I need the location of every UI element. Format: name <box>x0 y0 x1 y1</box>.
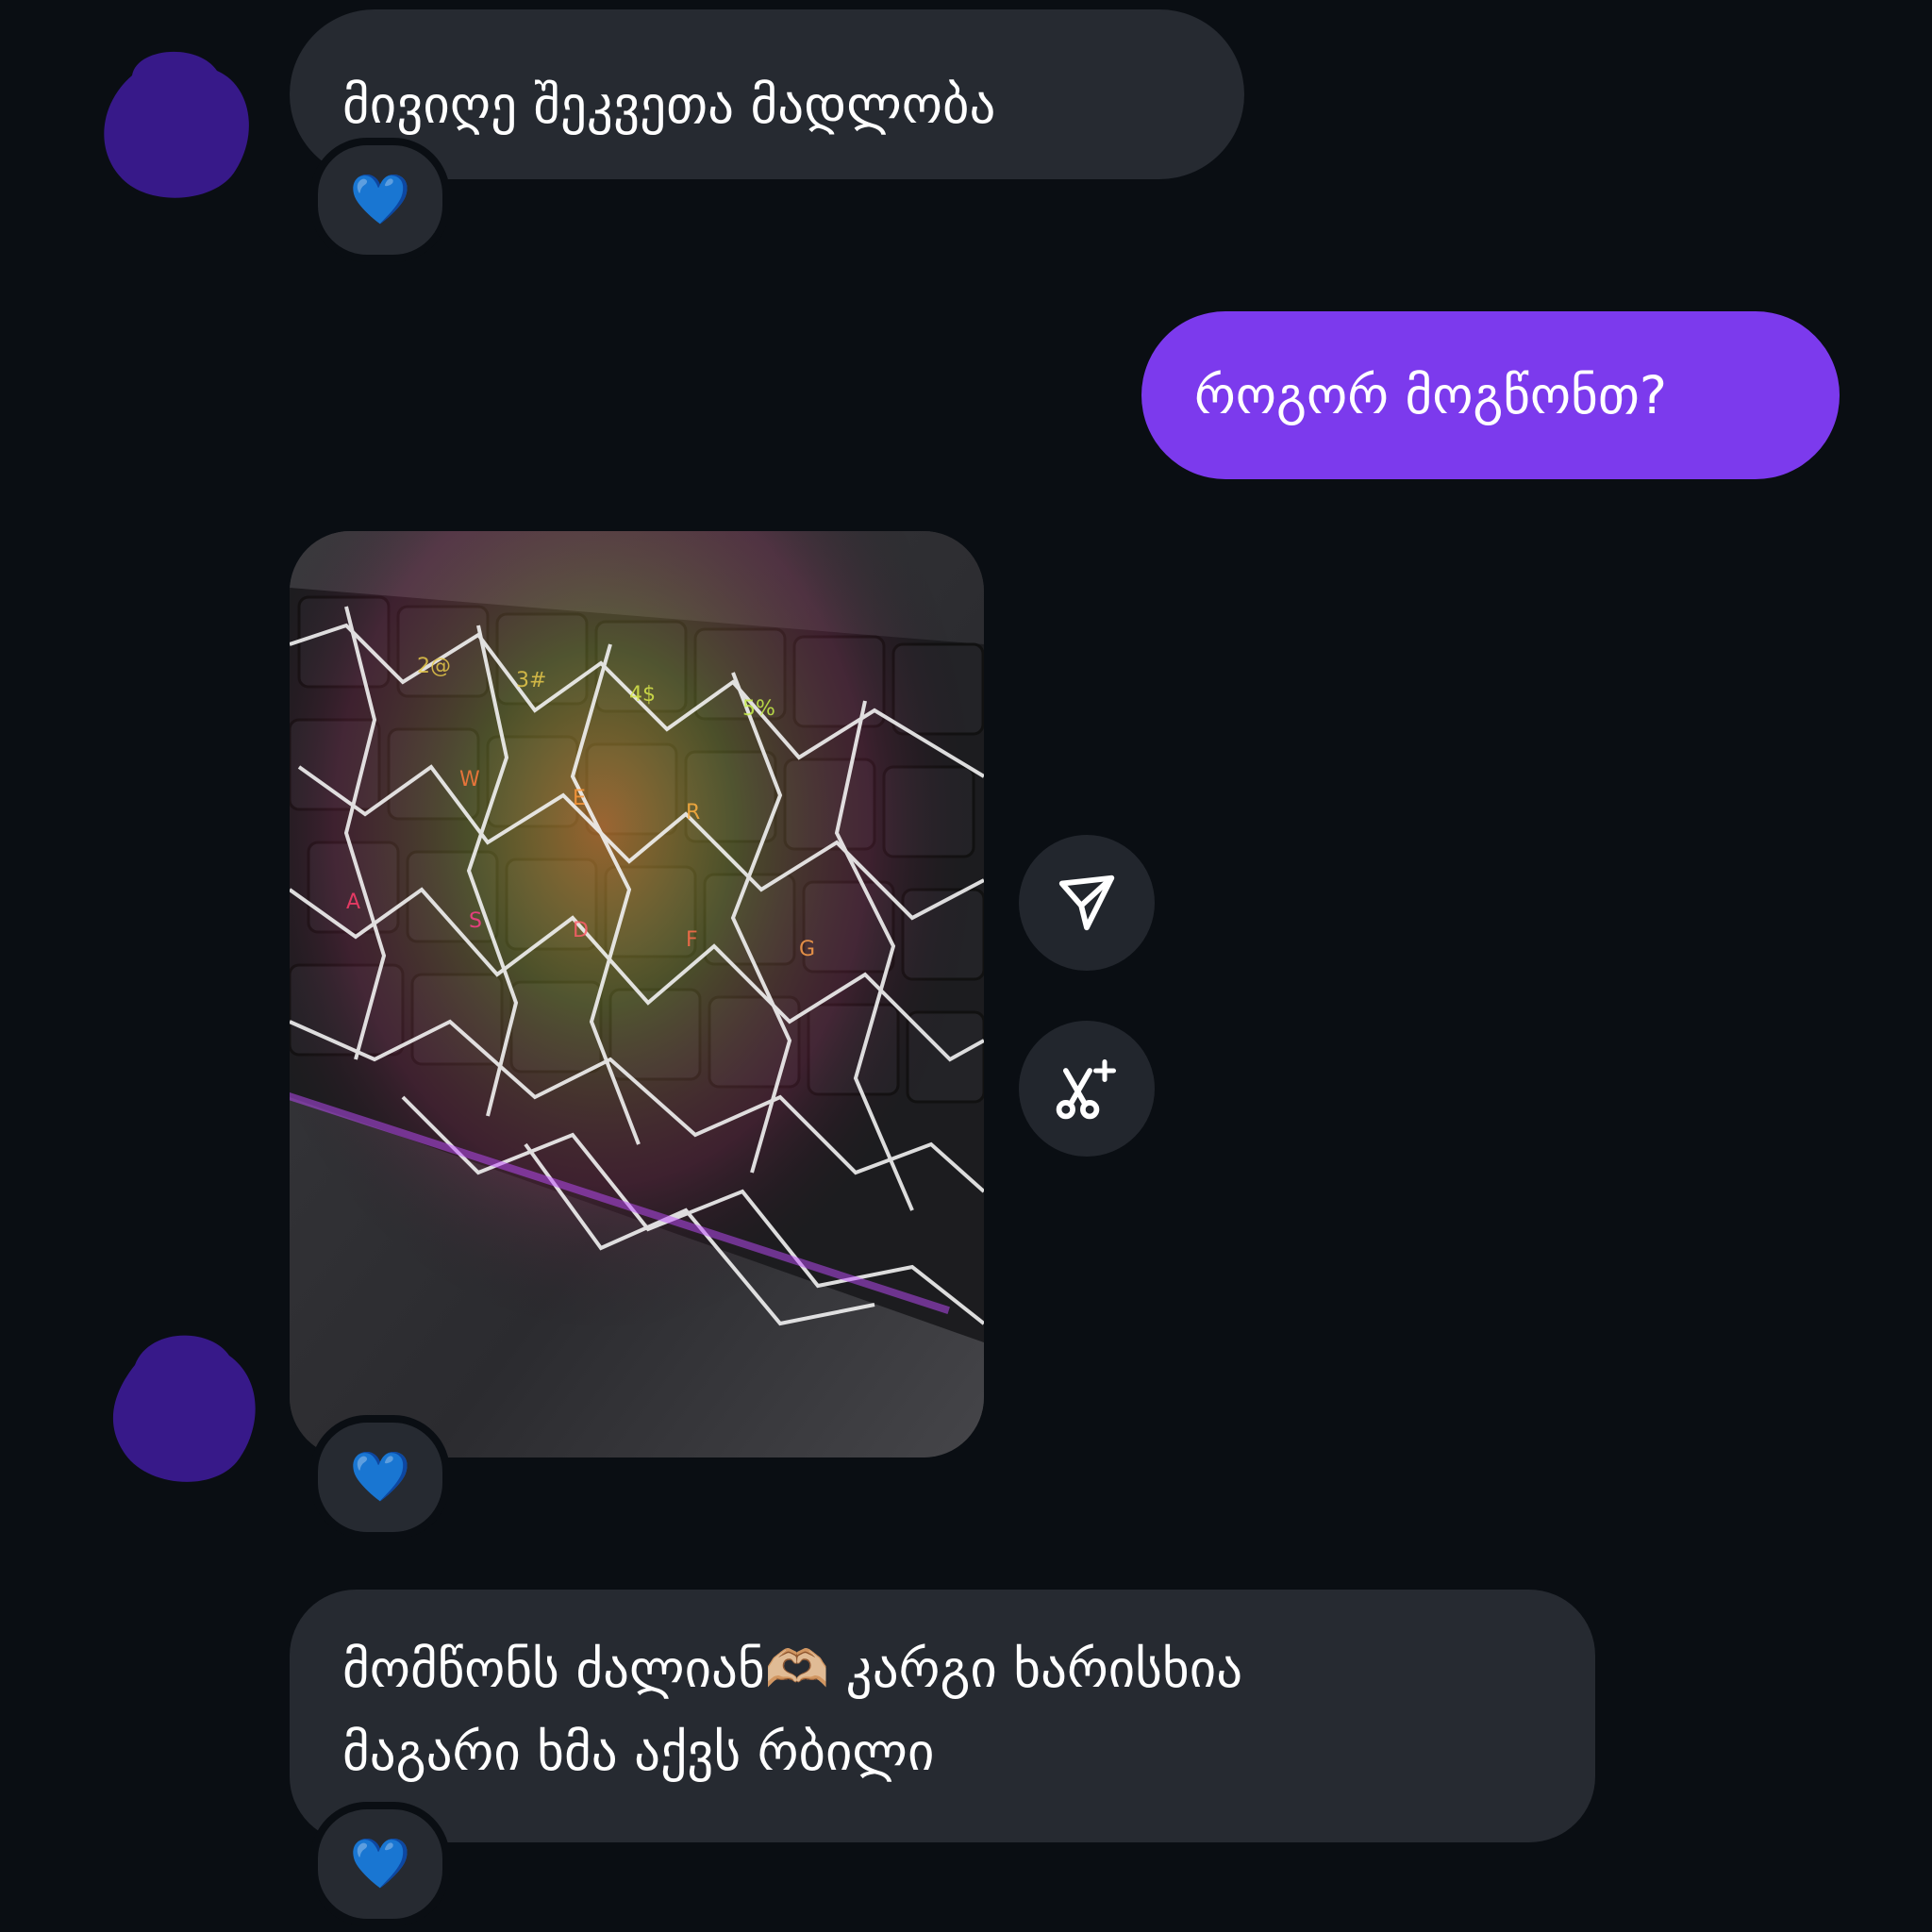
svg-text:2@: 2@ <box>417 655 451 678</box>
svg-text:D: D <box>573 919 589 942</box>
svg-text:F: F <box>686 928 698 952</box>
blue-heart-icon: 💙 <box>349 172 411 228</box>
edit-image-button[interactable] <box>1019 1021 1155 1157</box>
share-button[interactable] <box>1019 835 1155 971</box>
message-text-line: მომწონს ძალიან🫶🏼 კარგი ხარისხია <box>342 1639 1243 1699</box>
blue-heart-icon: 💙 <box>349 1449 411 1506</box>
incoming-message[interactable]: მომწონს ძალიან🫶🏼 კარგი ხარისხია მაგარი ხ… <box>290 1590 1595 1842</box>
scissors-sparkle-icon <box>1056 1058 1117 1120</box>
svg-text:W: W <box>459 768 480 791</box>
blue-heart-icon: 💙 <box>349 1836 411 1892</box>
send-icon <box>1058 874 1115 931</box>
keyboard-photo[interactable]: 2@ 3# 4$ 5% W E R A S D F G <box>290 531 984 1457</box>
svg-text:A: A <box>346 891 360 914</box>
svg-text:R: R <box>686 801 700 824</box>
contact-avatar[interactable] <box>94 28 255 198</box>
svg-text:E: E <box>573 787 586 810</box>
outgoing-message[interactable]: როგორ მოგწონთ? <box>1141 311 1840 479</box>
reaction-badge[interactable]: 💙 <box>310 1415 450 1540</box>
svg-text:4$: 4$ <box>629 683 656 707</box>
chat-thread: მივიღე შეკვეთა მადლობა 💙 როგორ მოგწონთ? <box>0 0 1932 1932</box>
reaction-badge[interactable]: 💙 <box>310 138 450 262</box>
svg-text:S: S <box>469 909 482 933</box>
svg-text:3#: 3# <box>516 669 546 692</box>
message-text-line: მაგარი ხმა აქვს რბილი <box>342 1722 935 1782</box>
message-text: მივიღე შეკვეთა მადლობა <box>342 75 996 135</box>
svg-text:G: G <box>799 938 815 961</box>
contact-avatar[interactable] <box>102 1313 262 1482</box>
message-text: როგორ მოგწონთ? <box>1194 365 1668 425</box>
svg-text:5%: 5% <box>742 697 775 721</box>
reaction-badge[interactable]: 💙 <box>310 1802 450 1926</box>
